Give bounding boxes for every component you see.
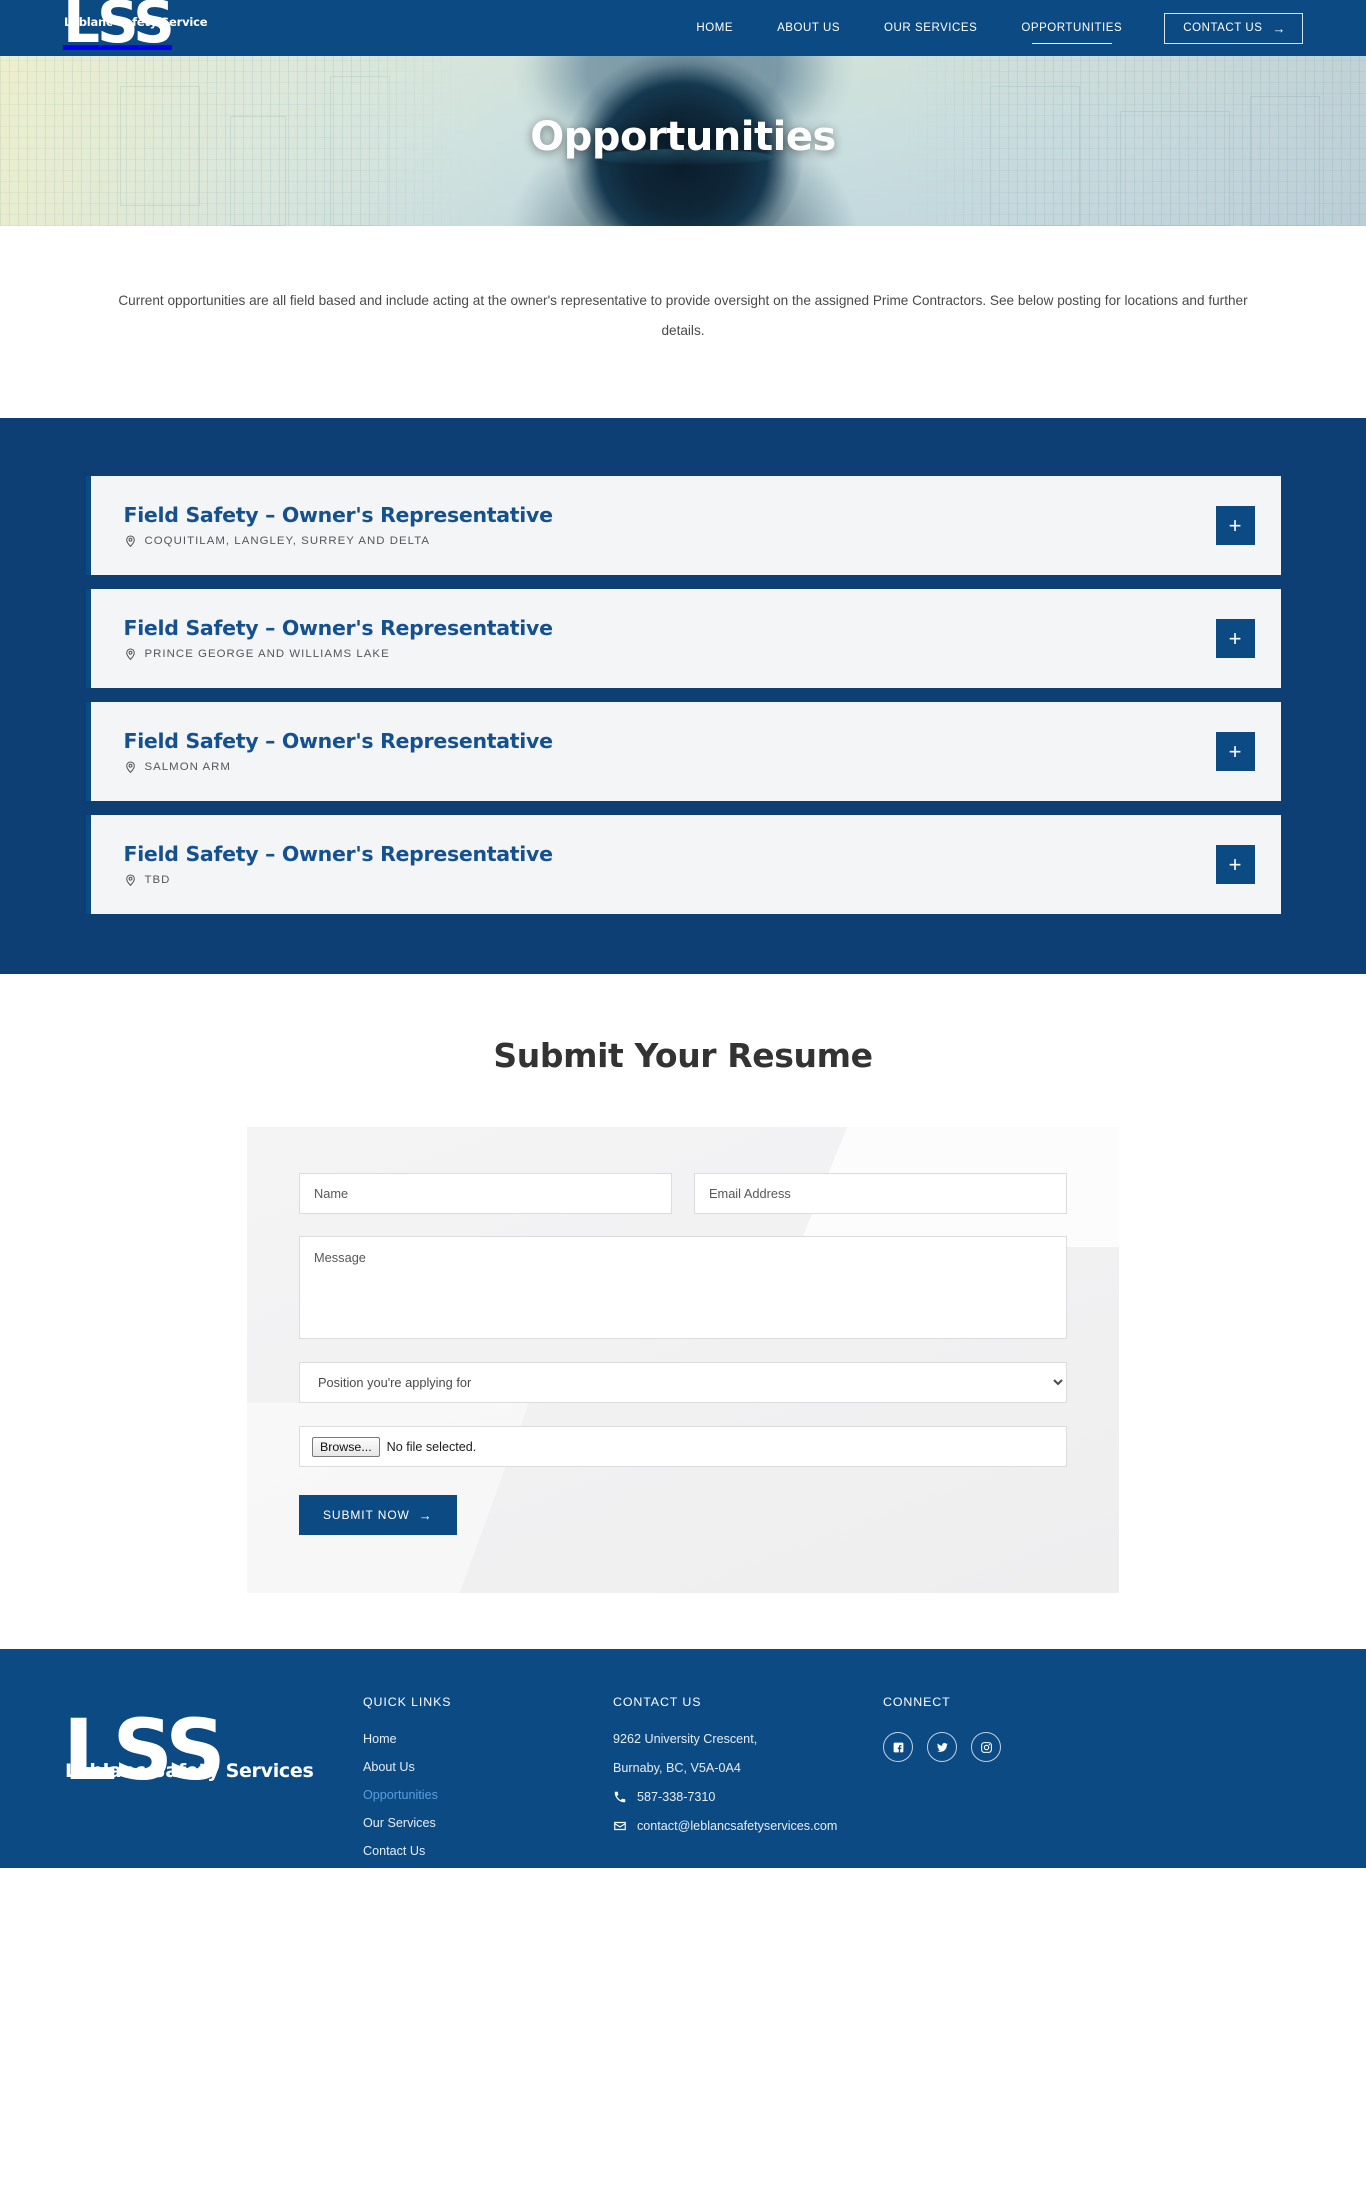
job-title: Field Safety – Owner's Representative xyxy=(123,729,553,753)
phone-number: 587-338-7310 xyxy=(637,1790,716,1804)
site-header: LSS Leblanc Safety Services HOME ABOUT U… xyxy=(0,0,1366,56)
footer-logo[interactable]: LSS Leblanc Safety Services xyxy=(63,1693,363,1868)
resume-form-panel: Position you're applying for Browse... N… xyxy=(247,1127,1119,1593)
footer-contact: CONTACT US 9262 University Crescent, Bur… xyxy=(613,1693,883,1868)
job-location-text: COQUITILAM, LANGLEY, SURREY AND DELTA xyxy=(144,535,431,547)
position-select[interactable]: Position you're applying for xyxy=(299,1362,1067,1403)
job-listing-card[interactable]: Field Safety – Owner's Representative PR… xyxy=(85,589,1281,688)
expand-job-button[interactable]: + xyxy=(1215,506,1255,545)
email-input[interactable] xyxy=(694,1173,1067,1214)
twitter-icon xyxy=(936,1742,948,1752)
map-pin-icon xyxy=(125,648,135,661)
arrow-right-icon: → xyxy=(418,1507,433,1523)
job-title: Field Safety – Owner's Representative xyxy=(123,616,553,640)
job-listing-card[interactable]: Field Safety – Owner's Representative CO… xyxy=(85,476,1281,575)
submit-button-label: SUBMIT NOW xyxy=(323,1508,410,1522)
intro-paragraph: Current opportunities are all field base… xyxy=(118,293,1248,338)
job-card-text: Field Safety – Owner's Representative TB… xyxy=(124,842,1216,887)
nav-item-our-services[interactable]: OUR SERVICES xyxy=(862,0,999,56)
job-location-row: TBD xyxy=(124,873,1216,887)
footer-link-contact-us[interactable]: Contact Us xyxy=(363,1844,613,1858)
map-pin-icon xyxy=(125,535,135,548)
footer-logo-tagline: Leblanc Safety Services xyxy=(65,1760,314,1782)
envelope-icon xyxy=(614,1821,626,1831)
nav-item-about-us[interactable]: ABOUT US xyxy=(755,0,862,56)
job-title: Field Safety – Owner's Representative xyxy=(123,842,553,866)
instagram-icon xyxy=(980,1741,992,1753)
contact-us-button[interactable]: CONTACT US → xyxy=(1164,12,1303,44)
footer-quick-links: QUICK LINKS Home About Us Opportunities … xyxy=(363,1693,613,1868)
arrow-right-icon: → xyxy=(1272,20,1286,36)
instagram-link[interactable] xyxy=(971,1732,1001,1762)
connect-heading: CONNECT xyxy=(883,1695,951,1709)
submit-now-button[interactable]: SUBMIT NOW → xyxy=(299,1495,457,1535)
site-footer: LSS Leblanc Safety Services QUICK LINKS … xyxy=(0,1649,1366,1868)
facebook-link[interactable] xyxy=(883,1732,913,1762)
resume-heading: Submit Your Resume xyxy=(493,1036,873,1075)
job-card-text: Field Safety – Owner's Representative SA… xyxy=(124,729,1216,774)
job-listings-container: Field Safety – Owner's Representative CO… xyxy=(85,476,1281,914)
logo-tagline: Leblanc Safety Services xyxy=(64,15,208,29)
phone-row[interactable]: 587-338-7310 xyxy=(613,1790,883,1804)
name-input[interactable] xyxy=(299,1173,672,1214)
job-location-text: PRINCE GEORGE AND WILLIAMS LAKE xyxy=(144,648,390,660)
map-pin-icon xyxy=(125,874,135,887)
page-title: Opportunities xyxy=(530,114,836,160)
job-card-text: Field Safety – Owner's Representative CO… xyxy=(124,503,1216,548)
footer-link-opportunities[interactable]: Opportunities xyxy=(363,1788,613,1802)
email-address: contact@leblancsafetyservices.com xyxy=(637,1819,838,1833)
job-card-text: Field Safety – Owner's Representative PR… xyxy=(124,616,1216,661)
hero-banner: Opportunities xyxy=(0,56,1366,226)
job-listing-card[interactable]: Field Safety – Owner's Representative SA… xyxy=(85,702,1281,801)
expand-job-button[interactable]: + xyxy=(1215,845,1255,884)
facebook-icon xyxy=(893,1742,903,1752)
address-line-2: Burnaby, BC, V5A-0A4 xyxy=(613,1761,741,1775)
footer-connect: CONNECT xyxy=(883,1693,1001,1868)
nav-item-opportunities[interactable]: OPPORTUNITIES xyxy=(999,0,1144,56)
footer-link-about-us[interactable]: About Us xyxy=(363,1760,613,1774)
resume-section: Submit Your Resume Position you're apply… xyxy=(0,974,1366,1649)
footer-content: LSS Leblanc Safety Services QUICK LINKS … xyxy=(63,1693,1303,1868)
expand-job-button[interactable]: + xyxy=(1215,619,1255,658)
job-location-row: PRINCE GEORGE AND WILLIAMS LAKE xyxy=(124,647,1216,661)
resume-form: Position you're applying for Browse... N… xyxy=(299,1173,1067,1535)
site-logo[interactable]: LSS Leblanc Safety Services xyxy=(63,0,208,64)
resume-file-input[interactable]: Browse... No file selected. xyxy=(299,1426,1067,1467)
job-location-text: TBD xyxy=(144,874,171,886)
contact-us-heading: CONTACT US xyxy=(613,1695,702,1709)
social-links xyxy=(883,1732,1001,1762)
browse-button[interactable]: Browse... xyxy=(312,1436,380,1457)
job-listings-section: Field Safety – Owner's Representative CO… xyxy=(0,418,1366,974)
quick-links-heading: QUICK LINKS xyxy=(363,1695,452,1709)
map-pin-icon xyxy=(125,761,135,774)
job-location-row: COQUITILAM, LANGLEY, SURREY AND DELTA xyxy=(124,534,1216,548)
main-navigation: HOME ABOUT US OUR SERVICES OPPORTUNITIES… xyxy=(674,0,1303,56)
contact-us-label: CONTACT US xyxy=(1183,22,1263,34)
name-email-row xyxy=(299,1173,1067,1214)
job-title: Field Safety – Owner's Representative xyxy=(123,503,553,527)
email-row[interactable]: contact@leblancsafetyservices.com xyxy=(613,1819,883,1833)
job-location-row: SALMON ARM xyxy=(124,760,1216,774)
expand-job-button[interactable]: + xyxy=(1215,732,1255,771)
message-textarea[interactable] xyxy=(299,1236,1067,1339)
address-line-1: 9262 University Crescent, xyxy=(613,1732,758,1746)
job-listing-card[interactable]: Field Safety – Owner's Representative TB… xyxy=(85,815,1281,914)
nav-item-home[interactable]: HOME xyxy=(674,0,755,56)
phone-icon xyxy=(614,1791,626,1803)
footer-link-home[interactable]: Home xyxy=(363,1732,613,1746)
footer-link-our-services[interactable]: Our Services xyxy=(363,1816,613,1830)
twitter-link[interactable] xyxy=(927,1732,957,1762)
file-status-text: No file selected. xyxy=(386,1439,477,1454)
job-location-text: SALMON ARM xyxy=(144,761,231,773)
intro-section: Current opportunities are all field base… xyxy=(0,226,1366,418)
